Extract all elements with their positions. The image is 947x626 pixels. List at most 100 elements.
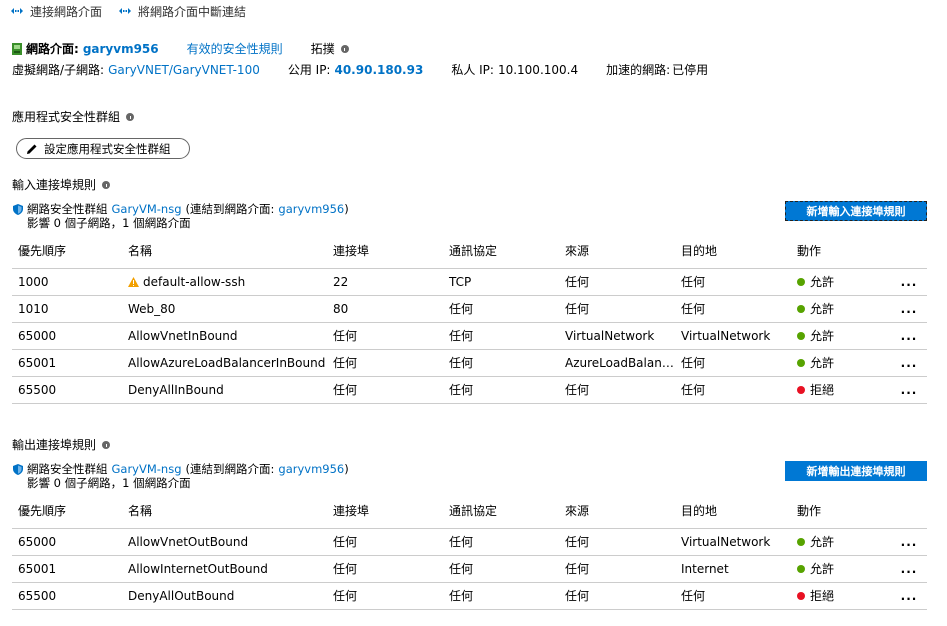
more-options-button[interactable]: ... bbox=[901, 383, 918, 397]
configure-asg-label: 設定應用程式安全性群組 bbox=[44, 141, 171, 156]
table-row[interactable]: 65000 AllowVnetOutBound 任何 任何 任何 VirtualNetwo… bbox=[12, 528, 927, 556]
table-row[interactable]: 65001 AllowAzureLoadBalancerInBound 任何 任何 Az… bbox=[12, 349, 927, 377]
asg-section-title: 應用程式安全性群組 bbox=[12, 108, 135, 125]
shield-icon bbox=[13, 463, 23, 475]
impact-text: 影響 0 個子網路，1 個網路介面 bbox=[27, 216, 191, 230]
column-header[interactable]: 通訊協定 bbox=[443, 233, 559, 269]
column-header[interactable]: 動作 bbox=[791, 233, 891, 269]
column-header[interactable]: 名稱 bbox=[122, 233, 327, 269]
cell-priority: 65001 bbox=[12, 349, 122, 377]
detach-nic-button[interactable]: 將網路介面中斷連結 bbox=[118, 3, 246, 20]
nsg-close-paren: ) bbox=[344, 462, 349, 476]
info-icon[interactable] bbox=[340, 44, 349, 53]
rule-name: default-allow-ssh bbox=[143, 274, 246, 289]
cell-destination: 任何 bbox=[675, 295, 791, 323]
column-header[interactable]: 來源 bbox=[559, 493, 675, 529]
table-row[interactable]: 65500 DenyAllInBound 任何 任何 任何 任何 拒絕... bbox=[12, 376, 927, 404]
cell-port: 80 bbox=[327, 295, 443, 323]
add-inbound-rule-button[interactable]: 新增輸入連接埠規則 bbox=[785, 201, 927, 221]
cell-destination: 任何 bbox=[675, 268, 791, 296]
cell-destination: 任何 bbox=[675, 376, 791, 404]
cell-protocol: 任何 bbox=[443, 528, 559, 556]
add-outbound-rule-button[interactable]: 新增輸出連接埠規則 bbox=[785, 461, 927, 481]
column-header[interactable]: 通訊協定 bbox=[443, 493, 559, 529]
column-header[interactable]: 目的地 bbox=[675, 493, 791, 529]
nic-details: 虛擬網路/子網路: GaryVNET/GaryVNET-100 公用 IP: 4… bbox=[12, 61, 708, 78]
accelerated-networking-label: 加速的網路: bbox=[606, 63, 671, 77]
action-label: 允許 bbox=[810, 302, 835, 316]
cell-source: VirtualNetwork bbox=[559, 322, 675, 350]
info-icon[interactable] bbox=[126, 112, 135, 121]
nsg-nic-link[interactable]: garyvm956 bbox=[278, 462, 344, 476]
command-bar: 連接網路介面 將網路介面中斷連結 bbox=[10, 3, 246, 19]
column-header[interactable]: 優先順序 bbox=[12, 493, 122, 529]
column-header[interactable]: 來源 bbox=[559, 233, 675, 269]
cell-more: ... bbox=[891, 349, 927, 377]
info-icon[interactable] bbox=[102, 180, 111, 189]
nic-name-link[interactable]: garyvm956 bbox=[83, 42, 159, 56]
cell-port: 22 bbox=[327, 268, 443, 296]
rule-name: DenyAllInBound bbox=[128, 382, 224, 397]
table-row[interactable]: 65000 AllowVnetInBound 任何 任何 VirtualNetwork V… bbox=[12, 322, 927, 350]
column-header[interactable]: 優先順序 bbox=[12, 233, 122, 269]
network-interface-icon bbox=[12, 42, 22, 55]
column-header[interactable]: 連接埠 bbox=[327, 493, 443, 529]
attach-nic-label: 連接網路介面 bbox=[30, 4, 103, 19]
nsg-link[interactable]: GaryVM-nsg bbox=[112, 462, 182, 476]
cell-name: AllowVnetOutBound bbox=[122, 528, 327, 556]
check-circle-icon bbox=[797, 277, 805, 286]
cell-name: AllowVnetInBound bbox=[122, 322, 327, 350]
impact-text: 影響 0 個子網路，1 個網路介面 bbox=[27, 476, 191, 490]
nsg-prefix: 網路安全性群組 bbox=[27, 462, 108, 476]
cell-action: 允許 bbox=[791, 295, 891, 323]
table-row[interactable]: 65500 DenyAllOutBound 任何 任何 任何 任何 拒絕... bbox=[12, 582, 927, 610]
public-ip-link[interactable]: 40.90.180.93 bbox=[334, 63, 423, 77]
inbound-rules-table: 優先順序 名稱 連接埠 通訊協定 來源 目的地 動作 1000 default-a… bbox=[12, 233, 927, 404]
more-options-button[interactable]: ... bbox=[901, 562, 918, 576]
more-options-button[interactable]: ... bbox=[901, 356, 918, 370]
cell-port: 任何 bbox=[327, 322, 443, 350]
nsg-close-paren: ) bbox=[344, 202, 349, 216]
cell-name: DenyAllInBound bbox=[122, 376, 327, 404]
detach-nic-label: 將網路介面中斷連結 bbox=[138, 4, 247, 19]
column-header[interactable]: 連接埠 bbox=[327, 233, 443, 269]
action-label: 允許 bbox=[810, 275, 835, 289]
vnet-link[interactable]: GaryVNET/GaryVNET-100 bbox=[108, 63, 260, 77]
cell-name: default-allow-ssh bbox=[122, 268, 327, 296]
configure-asg-button[interactable]: 設定應用程式安全性群組 bbox=[16, 138, 190, 159]
more-options-button[interactable]: ... bbox=[901, 275, 918, 289]
column-header[interactable]: 名稱 bbox=[122, 493, 327, 529]
more-options-button[interactable]: ... bbox=[901, 535, 918, 549]
check-circle-icon bbox=[797, 564, 805, 573]
cell-name: AllowAzureLoadBalancerInBound bbox=[122, 349, 327, 377]
cell-priority: 65000 bbox=[12, 528, 122, 556]
cell-action: 允許 bbox=[791, 349, 891, 377]
action-label: 拒絕 bbox=[810, 589, 835, 603]
nic-header: 網路介面: garyvm956 有效的安全性規則 拓撲 bbox=[12, 40, 349, 57]
column-header-more bbox=[891, 493, 927, 529]
more-options-button[interactable]: ... bbox=[901, 589, 918, 603]
table-row[interactable]: 1000 default-allow-ssh 22 TCP 任何 任何 允許... bbox=[12, 268, 927, 296]
cell-action: 允許 bbox=[791, 528, 891, 556]
table-row[interactable]: 1010 Web_80 80 任何 任何 任何 允許... bbox=[12, 295, 927, 323]
cell-priority: 1000 bbox=[12, 268, 122, 296]
cell-source: 任何 bbox=[559, 528, 675, 556]
attach-nic-button[interactable]: 連接網路介面 bbox=[10, 3, 102, 20]
cell-protocol: 任何 bbox=[443, 322, 559, 350]
outbound-nsg-info: 網路安全性群組 GaryVM-nsg (連結到網路介面: garyvm956 )… bbox=[13, 461, 349, 490]
cell-more: ... bbox=[891, 322, 927, 350]
table-header-row: 優先順序 名稱 連接埠 通訊協定 來源 目的地 動作 bbox=[12, 493, 927, 529]
nsg-nic-link[interactable]: garyvm956 bbox=[278, 202, 344, 216]
column-header[interactable]: 目的地 bbox=[675, 233, 791, 269]
info-icon[interactable] bbox=[102, 440, 111, 449]
nsg-link[interactable]: GaryVM-nsg bbox=[112, 202, 182, 216]
effective-rules-link[interactable]: 有效的安全性規則 bbox=[187, 40, 283, 57]
column-header-more bbox=[891, 233, 927, 269]
column-header[interactable]: 動作 bbox=[791, 493, 891, 529]
cell-name: AllowInternetOutBound bbox=[122, 555, 327, 583]
more-options-button[interactable]: ... bbox=[901, 329, 918, 343]
cell-protocol: 任何 bbox=[443, 555, 559, 583]
table-row[interactable]: 65001 AllowInternetOutBound 任何 任何 任何 Internet… bbox=[12, 555, 927, 583]
check-circle-icon bbox=[797, 331, 805, 340]
more-options-button[interactable]: ... bbox=[901, 302, 918, 316]
